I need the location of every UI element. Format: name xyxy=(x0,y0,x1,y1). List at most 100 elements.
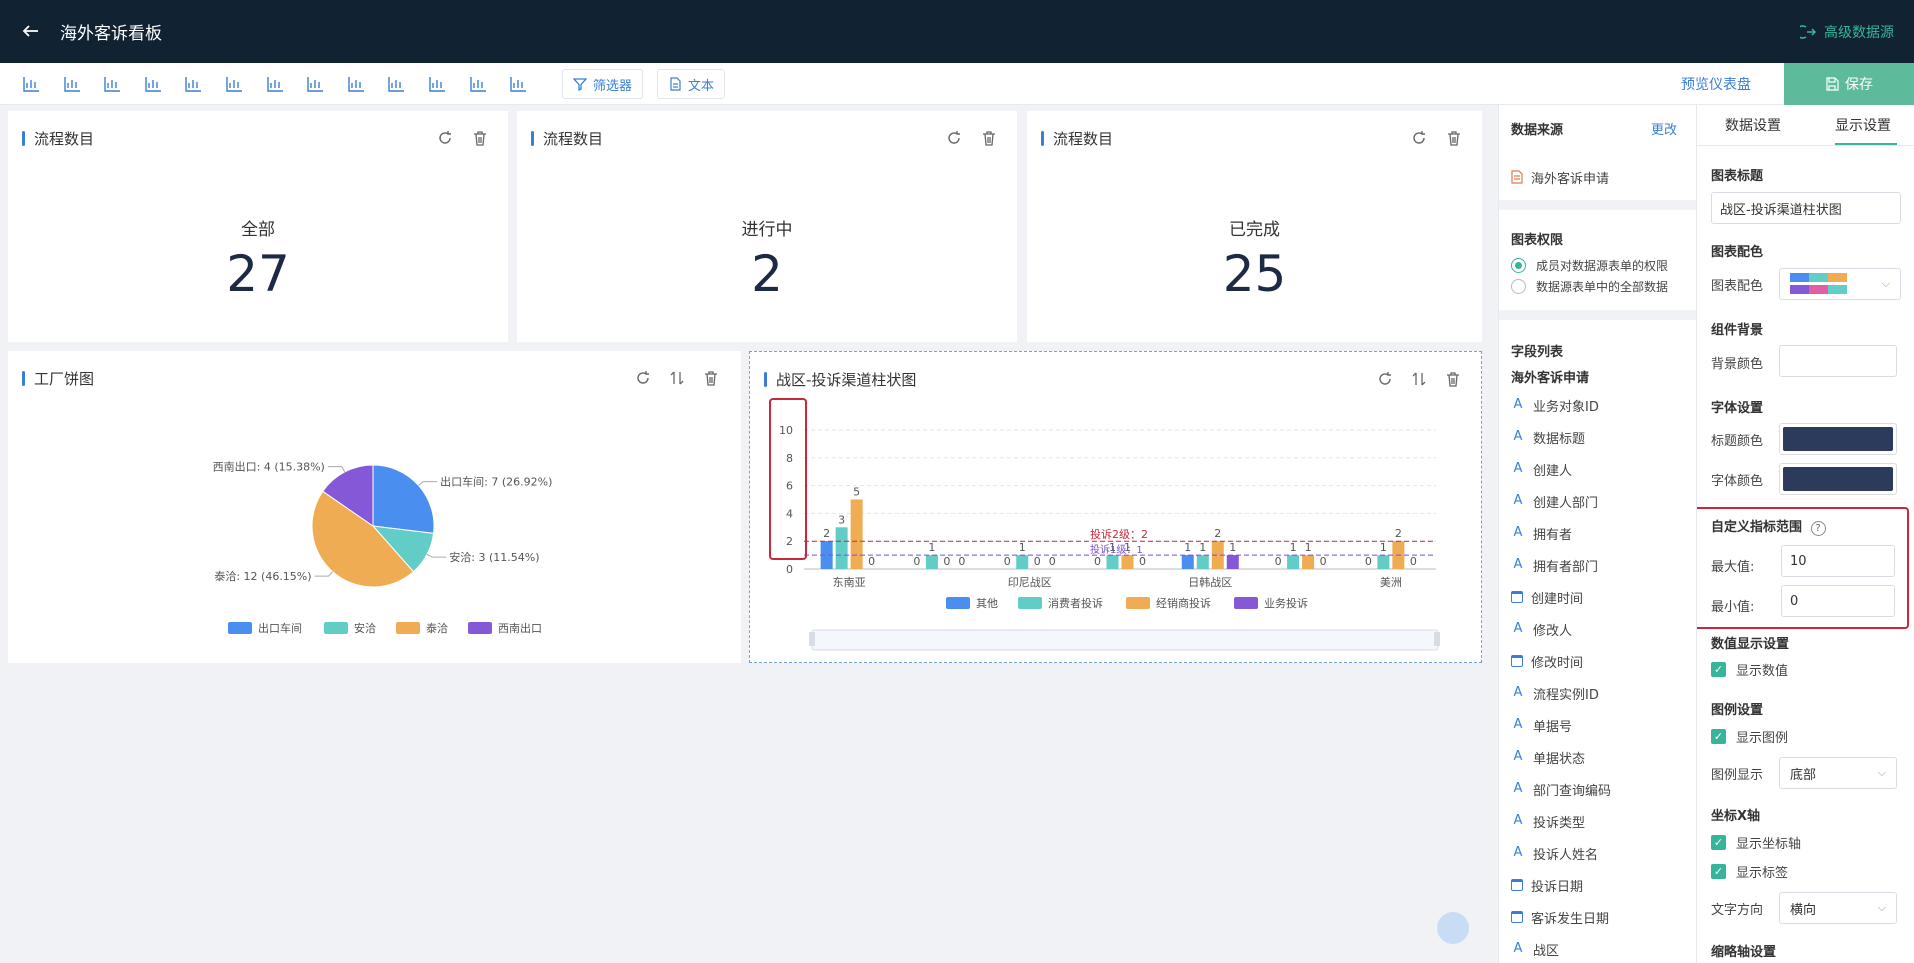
field-item[interactable]: A 业务对象ID xyxy=(1511,394,1599,416)
bar[interactable] xyxy=(1302,555,1315,569)
field-item[interactable]: A 投诉类型 xyxy=(1511,810,1585,832)
bar[interactable] xyxy=(1121,555,1134,569)
pie-chart-icon[interactable] xyxy=(99,71,125,97)
perm-option-member[interactable]: 成员对数据源表单的权限 xyxy=(1511,257,1668,274)
bar-value-label: 0 xyxy=(1049,555,1056,568)
field-item[interactable]: A 拥有者 xyxy=(1511,522,1572,544)
bar-value-label: 2 xyxy=(1395,527,1402,540)
assistant-bubble-icon[interactable] xyxy=(1437,912,1469,944)
zoom-slider-track[interactable] xyxy=(811,629,1439,651)
field-item[interactable]: A 战区 xyxy=(1511,938,1559,960)
show-axis-checkbox[interactable]: ✓ 显示坐标轴 xyxy=(1711,833,1801,852)
legend-label[interactable]: 业务投诉 xyxy=(1264,596,1308,610)
delete-icon[interactable] xyxy=(1445,129,1463,147)
scatter-icon[interactable] xyxy=(465,71,491,97)
refresh-icon[interactable] xyxy=(945,129,963,147)
data-source-item[interactable]: 海外客诉申请 xyxy=(1511,166,1609,188)
bar[interactable] xyxy=(1196,555,1209,569)
field-item[interactable]: A 创建人 xyxy=(1511,458,1572,480)
legend-label[interactable]: 出口车间 xyxy=(258,621,302,635)
perm-option-all[interactable]: 数据源表单中的全部数据 xyxy=(1511,278,1668,295)
chart-title-input[interactable]: 战区-投诉渠道柱状图 xyxy=(1711,192,1901,224)
text-button[interactable]: 文本 xyxy=(657,69,726,99)
area-chart-icon[interactable] xyxy=(140,71,166,97)
combo-chart-icon[interactable] xyxy=(505,71,531,97)
x-tick-label: 印尼战区 xyxy=(1008,576,1052,589)
font-color-picker[interactable] xyxy=(1779,463,1897,495)
show-legend-checkbox[interactable]: ✓ 显示图例 xyxy=(1711,727,1788,746)
field-item[interactable]: 修改时间 xyxy=(1511,650,1583,672)
kpi-card-all[interactable]: 流程数目 全部 27 xyxy=(8,111,508,342)
refresh-icon[interactable] xyxy=(436,129,454,147)
field-item[interactable]: A 部门查询编码 xyxy=(1511,778,1611,800)
radar-chart-icon[interactable] xyxy=(180,71,206,97)
field-item[interactable]: A 拥有者部门 xyxy=(1511,554,1598,576)
column-chart-icon[interactable] xyxy=(424,71,450,97)
field-item[interactable]: 客诉发生日期 xyxy=(1511,906,1609,928)
legend-label[interactable]: 西南出口 xyxy=(498,621,542,635)
bar[interactable] xyxy=(1181,555,1194,569)
bar[interactable] xyxy=(850,499,863,570)
bar-value-label: 1 xyxy=(928,541,935,554)
table-icon[interactable] xyxy=(262,71,288,97)
field-item[interactable]: A 投诉人姓名 xyxy=(1511,842,1598,864)
refresh-icon[interactable] xyxy=(1410,129,1428,147)
field-item[interactable]: A 单据号 xyxy=(1511,714,1572,736)
delete-icon[interactable] xyxy=(980,129,998,147)
pie-chart-card[interactable]: 工厂饼图 出口车间: 7 (26.92%) 安洽: 3 (11.54%) 泰洽: 1… xyxy=(8,351,741,663)
divider xyxy=(1499,200,1696,210)
back-arrow-icon[interactable] xyxy=(18,18,44,44)
legend-label[interactable]: 经销商投诉 xyxy=(1156,596,1211,610)
delete-icon[interactable] xyxy=(471,129,489,147)
tab-display-settings[interactable]: 显示设置 xyxy=(1835,115,1891,135)
line-chart-icon[interactable] xyxy=(343,71,369,97)
legend-label[interactable]: 其他 xyxy=(976,597,998,610)
list-icon[interactable] xyxy=(221,71,247,97)
funnel-icon[interactable] xyxy=(383,71,409,97)
bar[interactable] xyxy=(925,555,938,569)
field-item[interactable]: 投诉日期 xyxy=(1511,874,1583,896)
legend-label[interactable]: 泰洽 xyxy=(426,621,448,635)
pie-slice[interactable] xyxy=(372,464,435,534)
number-icon[interactable] xyxy=(302,71,328,97)
tab-data-settings[interactable]: 数据设置 xyxy=(1725,115,1781,135)
field-item[interactable]: A 创建人部门 xyxy=(1511,490,1598,512)
show-value-checkbox[interactable]: ✓ 显示数值 xyxy=(1711,660,1788,679)
font-color-swatch xyxy=(1783,467,1893,491)
bar[interactable] xyxy=(835,527,848,569)
bar[interactable] xyxy=(1226,555,1239,569)
kpi-card-completed[interactable]: 流程数目 已完成 25 xyxy=(1027,111,1482,342)
kpi-card-in-progress[interactable]: 流程数目 进行中 2 xyxy=(517,111,1017,342)
change-source-link[interactable]: 更改 xyxy=(1651,119,1677,138)
field-item[interactable]: A 流程实例ID xyxy=(1511,682,1599,704)
field-item[interactable]: 创建时间 xyxy=(1511,586,1583,608)
chart-color-select[interactable]: ⌵ xyxy=(1779,268,1901,300)
zoom-handle-right[interactable] xyxy=(1434,632,1440,646)
field-item[interactable]: A 修改人 xyxy=(1511,618,1572,640)
card-title: 流程数目 xyxy=(1041,128,1113,149)
title-color-picker[interactable] xyxy=(1779,423,1897,455)
preview-dashboard-link[interactable]: 预览仪表盘 xyxy=(1681,74,1751,94)
bar-chart-icon[interactable] xyxy=(18,71,44,97)
bar[interactable] xyxy=(1016,555,1029,569)
bar[interactable] xyxy=(1377,555,1390,569)
field-item[interactable]: A 单据状态 xyxy=(1511,746,1585,768)
show-tick-checkbox[interactable]: ✓ 显示标签 xyxy=(1711,862,1788,881)
bar[interactable] xyxy=(1106,555,1119,569)
legend-label[interactable]: 消费者投诉 xyxy=(1048,596,1103,610)
zoom-handle-left[interactable] xyxy=(809,632,815,646)
field-item[interactable]: A 数据标题 xyxy=(1511,426,1585,448)
legend-position-select[interactable]: 底部 ⌵ xyxy=(1779,757,1897,789)
bar-chart[interactable]: 10864202350 010 0 010 0 01 101 12101 10 0120东南亚 印尼… xyxy=(750,352,1481,662)
legend-label[interactable]: 安洽 xyxy=(354,621,376,635)
kpi-value: 25 xyxy=(1222,245,1287,303)
bar-chart-card[interactable]: 战区-投诉渠道柱状图 10 8 6 4 2 0 2 3 5 0 0 1 0 0 0 1 0 0 0 1 1 0 1 1 2 1 0 1… xyxy=(749,351,1482,663)
bg-color-picker[interactable] xyxy=(1779,345,1897,377)
pie-chart[interactable]: 出口车间: 7 (26.92%) 安洽: 3 (11.54%) 泰洽: 12 (46… xyxy=(8,351,741,663)
save-button[interactable]: 保存 xyxy=(1784,63,1914,105)
text-direction-select[interactable]: 横向 ⌵ xyxy=(1779,892,1897,924)
bar[interactable] xyxy=(1287,555,1300,569)
filter-button[interactable]: 筛选器 xyxy=(562,69,644,99)
horizontal-bar-icon[interactable] xyxy=(59,71,85,97)
advanced-datasource-link[interactable]: 高级数据源 xyxy=(1800,22,1894,42)
